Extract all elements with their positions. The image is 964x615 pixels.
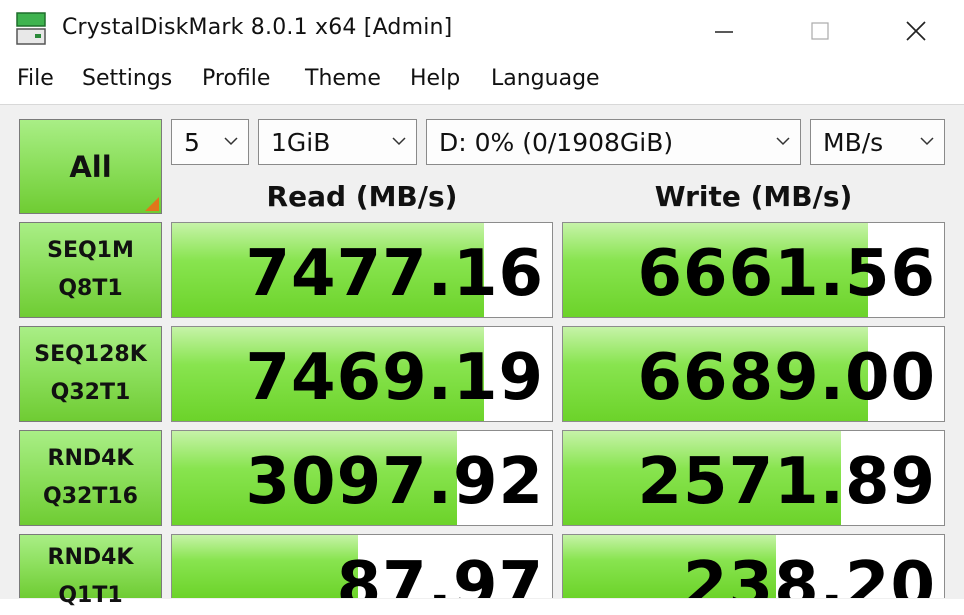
read-value: 7469.19 <box>245 341 544 415</box>
test-label-line2: Q32T16 <box>43 484 138 509</box>
test-button-seq1m-q8t1[interactable]: SEQ1M Q8T1 <box>19 222 162 318</box>
window-title: CrystalDiskMark 8.0.1 x64 [Admin] <box>62 15 453 40</box>
menu-help[interactable]: Help <box>410 66 460 91</box>
all-button-label: All <box>69 149 112 184</box>
chevron-down-icon <box>224 137 238 146</box>
read-result-cell: 7469.19 <box>171 326 553 422</box>
size-value: 1GiB <box>271 128 331 157</box>
menu-profile[interactable]: Profile <box>202 66 270 91</box>
test-label-line1: RND4K <box>47 545 134 570</box>
maximize-icon <box>811 22 829 40</box>
read-value: 3097.92 <box>245 445 544 519</box>
corner-marker <box>145 197 159 211</box>
menu-file[interactable]: File <box>17 66 54 91</box>
test-button-seq128k-q32t1[interactable]: SEQ128K Q32T1 <box>19 326 162 422</box>
write-result-cell: 6661.56 <box>562 222 945 318</box>
test-label-line2: Q32T1 <box>50 380 131 405</box>
write-result-cell: 2571.89 <box>562 430 945 526</box>
crystaldiskmark-drive-icon <box>16 12 46 45</box>
menu-bar: File Settings Profile Theme Help Languag… <box>0 62 964 102</box>
drive-select[interactable]: D: 0% (0/1908GiB) <box>426 119 801 165</box>
unit-select[interactable]: MB/s <box>810 119 945 165</box>
test-label-line1: SEQ1M <box>47 238 134 263</box>
chevron-down-icon <box>920 137 934 146</box>
menu-language[interactable]: Language <box>491 66 600 91</box>
minimize-icon <box>715 31 733 33</box>
chevron-down-icon <box>776 137 790 146</box>
close-icon <box>906 21 926 41</box>
count-select[interactable]: 5 <box>171 119 249 165</box>
write-value: 2571.89 <box>637 445 936 519</box>
read-bar <box>172 535 359 598</box>
maximize-button[interactable] <box>772 0 868 62</box>
read-result-cell: 87.97 <box>171 534 553 598</box>
test-button-rnd4k-q32t16[interactable]: RND4K Q32T16 <box>19 430 162 526</box>
write-value: 6661.56 <box>637 237 936 311</box>
read-value: 7477.16 <box>245 237 544 311</box>
all-button[interactable]: All <box>19 119 162 214</box>
minimize-button[interactable] <box>676 0 772 62</box>
size-select[interactable]: 1GiB <box>258 119 417 165</box>
count-value: 5 <box>184 128 200 157</box>
test-label-line1: RND4K <box>47 446 134 471</box>
test-label-line1: SEQ128K <box>34 342 147 367</box>
read-header: Read (MB/s) <box>266 180 458 213</box>
test-label-line2: Q1T1 <box>58 583 123 608</box>
test-button-rnd4k-q1t1[interactable]: RND4K Q1T1 <box>19 534 162 608</box>
close-button[interactable] <box>868 0 964 62</box>
chevron-down-icon <box>392 137 406 146</box>
write-result-cell: 6689.00 <box>562 326 945 422</box>
drive-value: D: 0% (0/1908GiB) <box>439 128 674 157</box>
write-value: 238.20 <box>683 549 936 598</box>
write-header: Write (MB/s) <box>654 180 853 213</box>
read-value: 87.97 <box>336 549 544 598</box>
test-label-line2: Q8T1 <box>58 276 123 301</box>
title-bar: CrystalDiskMark 8.0.1 x64 [Admin] <box>0 0 964 62</box>
write-value: 6689.00 <box>637 341 936 415</box>
menu-theme[interactable]: Theme <box>305 66 381 91</box>
unit-value: MB/s <box>823 128 884 157</box>
read-result-cell: 3097.92 <box>171 430 553 526</box>
menu-settings[interactable]: Settings <box>82 66 172 91</box>
write-result-cell: 238.20 <box>562 534 945 598</box>
read-result-cell: 7477.16 <box>171 222 553 318</box>
